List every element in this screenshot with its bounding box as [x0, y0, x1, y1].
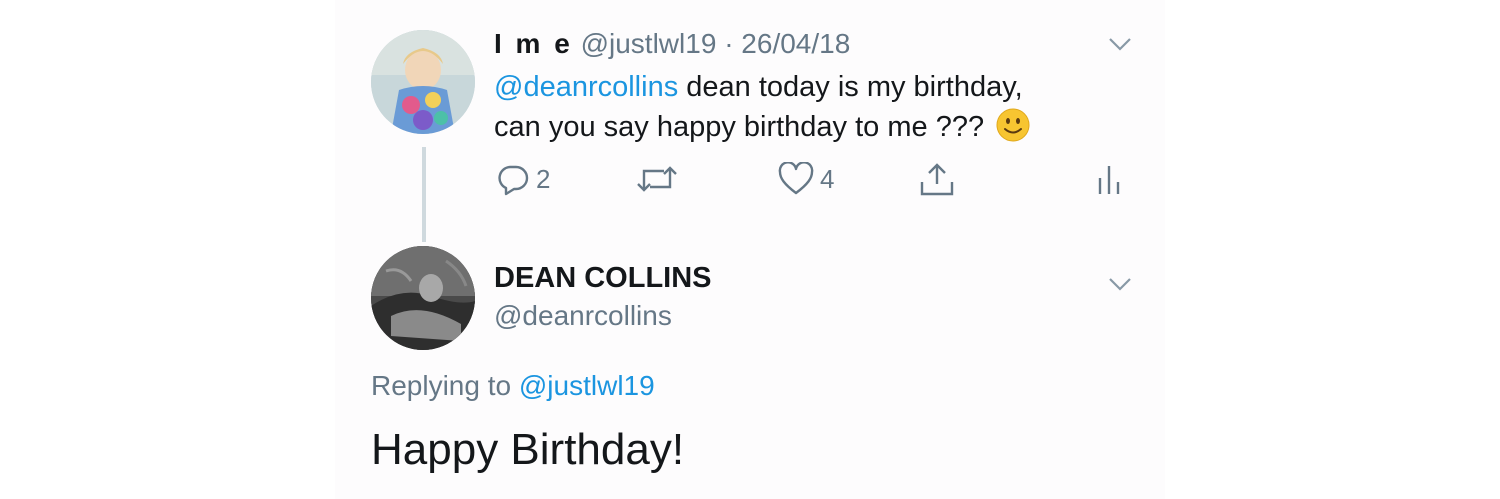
reply-button[interactable]: 2: [496, 162, 550, 196]
smiling-face-emoji-icon: [996, 108, 1030, 142]
chevron-down-icon[interactable]: [1108, 276, 1132, 292]
replying-to-label: Replying to: [371, 370, 519, 401]
reply-icon: [498, 165, 529, 196]
tweet2-display-name[interactable]: DEAN COLLINS: [494, 262, 712, 295]
tweet1-mention-link[interactable]: @deanrcollins: [494, 71, 678, 103]
tweet2-text: Happy Birthday!: [371, 425, 685, 474]
tweet1-text-line1: dean today is my birthday,: [678, 71, 1023, 103]
retweet-button[interactable]: [636, 162, 678, 196]
retweet-icon: [637, 166, 677, 192]
replying-to-link[interactable]: @justlwl19: [519, 370, 655, 401]
thread-connector-line: [422, 147, 426, 242]
reply-count: 2: [536, 163, 551, 194]
tweet1-text: @deanrcollins dean today is my birthday,…: [494, 67, 1114, 147]
share-button[interactable]: [918, 162, 956, 198]
user-avatar-ime[interactable]: [371, 30, 475, 134]
tweet1-header: I m e @justlwl19 · 26/04/18: [494, 26, 850, 62]
tweet1-handle[interactable]: @justlwl19: [581, 28, 717, 59]
tweet1-text-line2: can you say happy birthday to me ???: [494, 111, 985, 143]
share-icon: [920, 163, 954, 196]
tweet1-separator: ·: [724, 28, 734, 59]
tweet1-date[interactable]: 26/04/18: [741, 28, 850, 59]
analytics-button[interactable]: [1096, 162, 1122, 196]
analytics-icon: [1098, 166, 1120, 194]
user-avatar-dean[interactable]: [371, 246, 475, 350]
chevron-down-icon[interactable]: [1108, 36, 1132, 52]
tweet2-handle[interactable]: @deanrcollins: [494, 300, 672, 332]
tweet1-display-name[interactable]: I m e: [494, 28, 573, 59]
like-button[interactable]: 4: [778, 162, 834, 196]
heart-icon: [778, 162, 814, 195]
like-count: 4: [820, 163, 835, 194]
replying-to-line: Replying to @justlwl19: [371, 370, 655, 402]
